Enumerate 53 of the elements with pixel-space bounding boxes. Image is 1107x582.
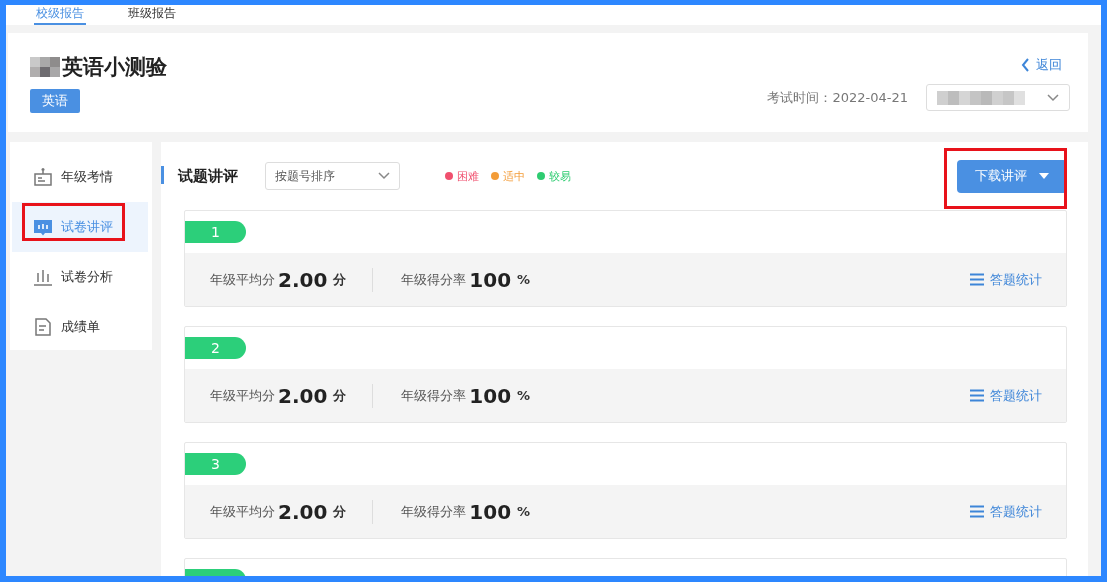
average-label: 年级平均分 <box>210 270 275 289</box>
score-rate: 100 <box>469 383 512 408</box>
report-tab[interactable]: 班级报告 <box>126 5 178 25</box>
id-card-icon <box>33 167 53 187</box>
average-score: 2.00 <box>278 383 328 408</box>
bar-chart-icon <box>33 267 53 287</box>
average-label: 年级平均分 <box>210 386 275 405</box>
average-label: 年级平均分 <box>210 502 275 521</box>
question-number: 3 <box>185 453 246 475</box>
legend-label: 困难 <box>457 168 479 184</box>
section-title: 试题讲评 <box>178 166 238 186</box>
answer-stats-link[interactable]: 答题统计 <box>970 270 1042 289</box>
average-score: 2.00 <box>278 499 328 524</box>
exam-time: 考试时间：2022-04-21 <box>767 88 908 107</box>
score-unit: 分 <box>333 270 347 289</box>
sidebar-item[interactable]: 试卷分析 <box>12 252 148 302</box>
sidebar-item[interactable]: 年级考情 <box>12 152 148 202</box>
class-select[interactable] <box>926 84 1070 111</box>
list-icon <box>970 273 984 286</box>
report-tab[interactable]: 校级报告 <box>34 5 86 25</box>
rate-unit: % <box>517 388 531 403</box>
back-link[interactable]: 返回 <box>1021 56 1062 74</box>
rate-label: 年级得分率 <box>401 502 467 521</box>
legend-label: 适中 <box>503 168 525 184</box>
list-icon <box>970 389 984 402</box>
legend-label: 较易 <box>549 168 571 184</box>
sidebar-item[interactable]: 成绩单 <box>12 302 148 352</box>
chat-bars-icon <box>33 217 53 237</box>
caret-icon <box>1039 173 1049 179</box>
question-number: 2 <box>185 337 246 359</box>
list-icon <box>970 505 984 518</box>
score-unit: 分 <box>333 386 347 405</box>
rate-unit: % <box>517 272 531 287</box>
sort-select[interactable]: 按题号排序 <box>265 162 400 190</box>
rate-label: 年级得分率 <box>401 270 467 289</box>
answer-stats-link[interactable]: 答题统计 <box>970 502 1042 521</box>
sidebar-item[interactable]: 试卷讲评 <box>12 202 148 252</box>
score-rate: 100 <box>469 499 512 524</box>
chevron-left-icon <box>1021 58 1030 72</box>
document-icon <box>33 317 53 337</box>
answer-stats-link[interactable]: 答题统计 <box>970 386 1042 405</box>
question-number: 1 <box>185 221 246 243</box>
chevron-down-icon <box>378 172 390 180</box>
blurred-name <box>30 57 60 77</box>
rate-label: 年级得分率 <box>401 386 467 405</box>
download-button[interactable]: 下载讲评 <box>957 159 1067 193</box>
subject-tag: 英语 <box>30 89 80 113</box>
chevron-down-icon <box>1047 93 1059 102</box>
score-rate: 100 <box>469 267 512 292</box>
rate-unit: % <box>517 504 531 519</box>
exam-title: 英语小测验 <box>62 54 167 81</box>
average-score: 2.00 <box>278 267 328 292</box>
score-unit: 分 <box>333 502 347 521</box>
